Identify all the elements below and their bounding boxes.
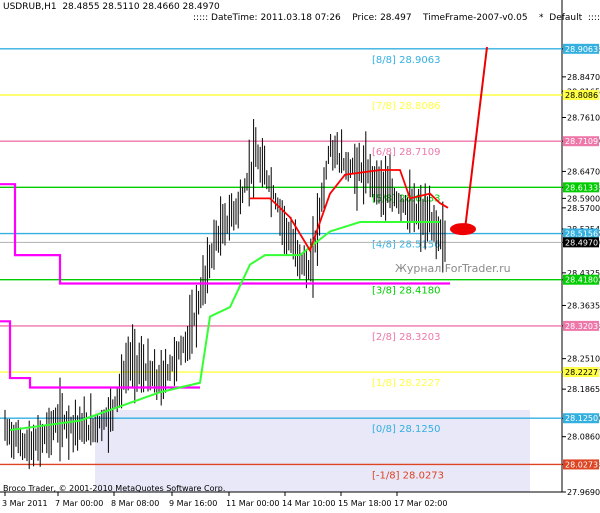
price-badge-label: 28.3203 — [565, 322, 598, 331]
time-tick-label: 8 Mar 08:00 — [111, 499, 159, 508]
annotation-line — [464, 46, 488, 230]
price-badge-label: 28.7109 — [565, 137, 598, 146]
murrey-level-label: [7/8] 28.8086 — [372, 101, 440, 112]
price-tick-label: 28.8470 — [567, 73, 600, 82]
copyright: Broco Trader, © 2001-2010 MetaQuotes Sof… — [3, 484, 226, 493]
symbol-quote: USDRUB,H1 28.4855 28.5110 28.4660 28.497… — [3, 2, 220, 12]
price-badge-label: 28.1250 — [565, 414, 598, 423]
price-badge-label: 28.2227 — [565, 368, 598, 377]
price-tick-label: 28.1865 — [567, 385, 600, 394]
price-badge-label: 28.4970 — [565, 238, 598, 247]
price-badge-label: 28.5156 — [565, 230, 598, 239]
price-tick-label: 28.7610 — [567, 114, 600, 123]
price-badge-label: 28.6133 — [565, 183, 598, 192]
murrey-level-label: [8/8] 28.9063 — [372, 55, 440, 66]
price-tick-label: 28.0860 — [567, 433, 600, 442]
murrey-level-label: [6/8] 28.7109 — [372, 147, 440, 158]
annotation-ellipse — [450, 223, 476, 236]
price-tick-label: 28.5700 — [567, 204, 600, 213]
indicator-info: ::::: DateTime: 2011.03.18 07:26 Price: … — [193, 13, 600, 23]
murrey-level-label: [3/8] 28.4180 — [372, 286, 440, 297]
price-chart[interactable]: [8/8] 28.9063 [7/8] 28.8086 [6/8] 28.7109 [… — [0, 0, 600, 513]
price-tick-label: 27.9690 — [567, 488, 600, 497]
murrey-level-label: [-1/8] 28.0273 — [372, 470, 444, 481]
price-tick-label: 28.3635 — [567, 301, 600, 310]
murrey-level-label: [0/8] 28.1250 — [372, 424, 440, 435]
murrey-level-label: [1/8] 28.2227 — [372, 378, 440, 389]
murrey-level-label: [4/8] 28.5156 — [372, 240, 440, 251]
time-tick-label: 3 Mar 2011 — [2, 499, 48, 508]
price-tick-label: 28.5900 — [567, 194, 600, 203]
price-badge-label: 28.4180 — [565, 276, 598, 285]
time-tick-label: 9 Mar 16:00 — [169, 499, 217, 508]
price-badge-label: 28.9063 — [565, 45, 598, 54]
price-axis: 28.906328.847028.816528.761028.710928.64… — [562, 43, 600, 497]
price-badge-label: 28.0273 — [565, 460, 598, 469]
time-tick-label: 11 Mar 00:00 — [226, 499, 279, 508]
time-axis: 3 Mar 2011 7 Mar 00:00 8 Mar 08:00 9 Mar 16… — [2, 492, 447, 508]
murrey-level-label: [2/8] 28.3203 — [372, 332, 440, 343]
price-badge-label: 28.8086 — [565, 91, 598, 100]
watermark: Журнал ForTrader.ru — [395, 262, 511, 275]
price-tick-label: 28.2510 — [567, 355, 600, 364]
time-tick-label: 17 Mar 02:00 — [394, 499, 447, 508]
time-tick-label: 15 Mar 18:00 — [338, 499, 391, 508]
shaded-region — [95, 410, 530, 492]
time-tick-label: 14 Mar 10:00 — [282, 499, 335, 508]
time-tick-label: 7 Mar 00:00 — [55, 499, 103, 508]
price-tick-label: 28.6470 — [567, 167, 600, 176]
